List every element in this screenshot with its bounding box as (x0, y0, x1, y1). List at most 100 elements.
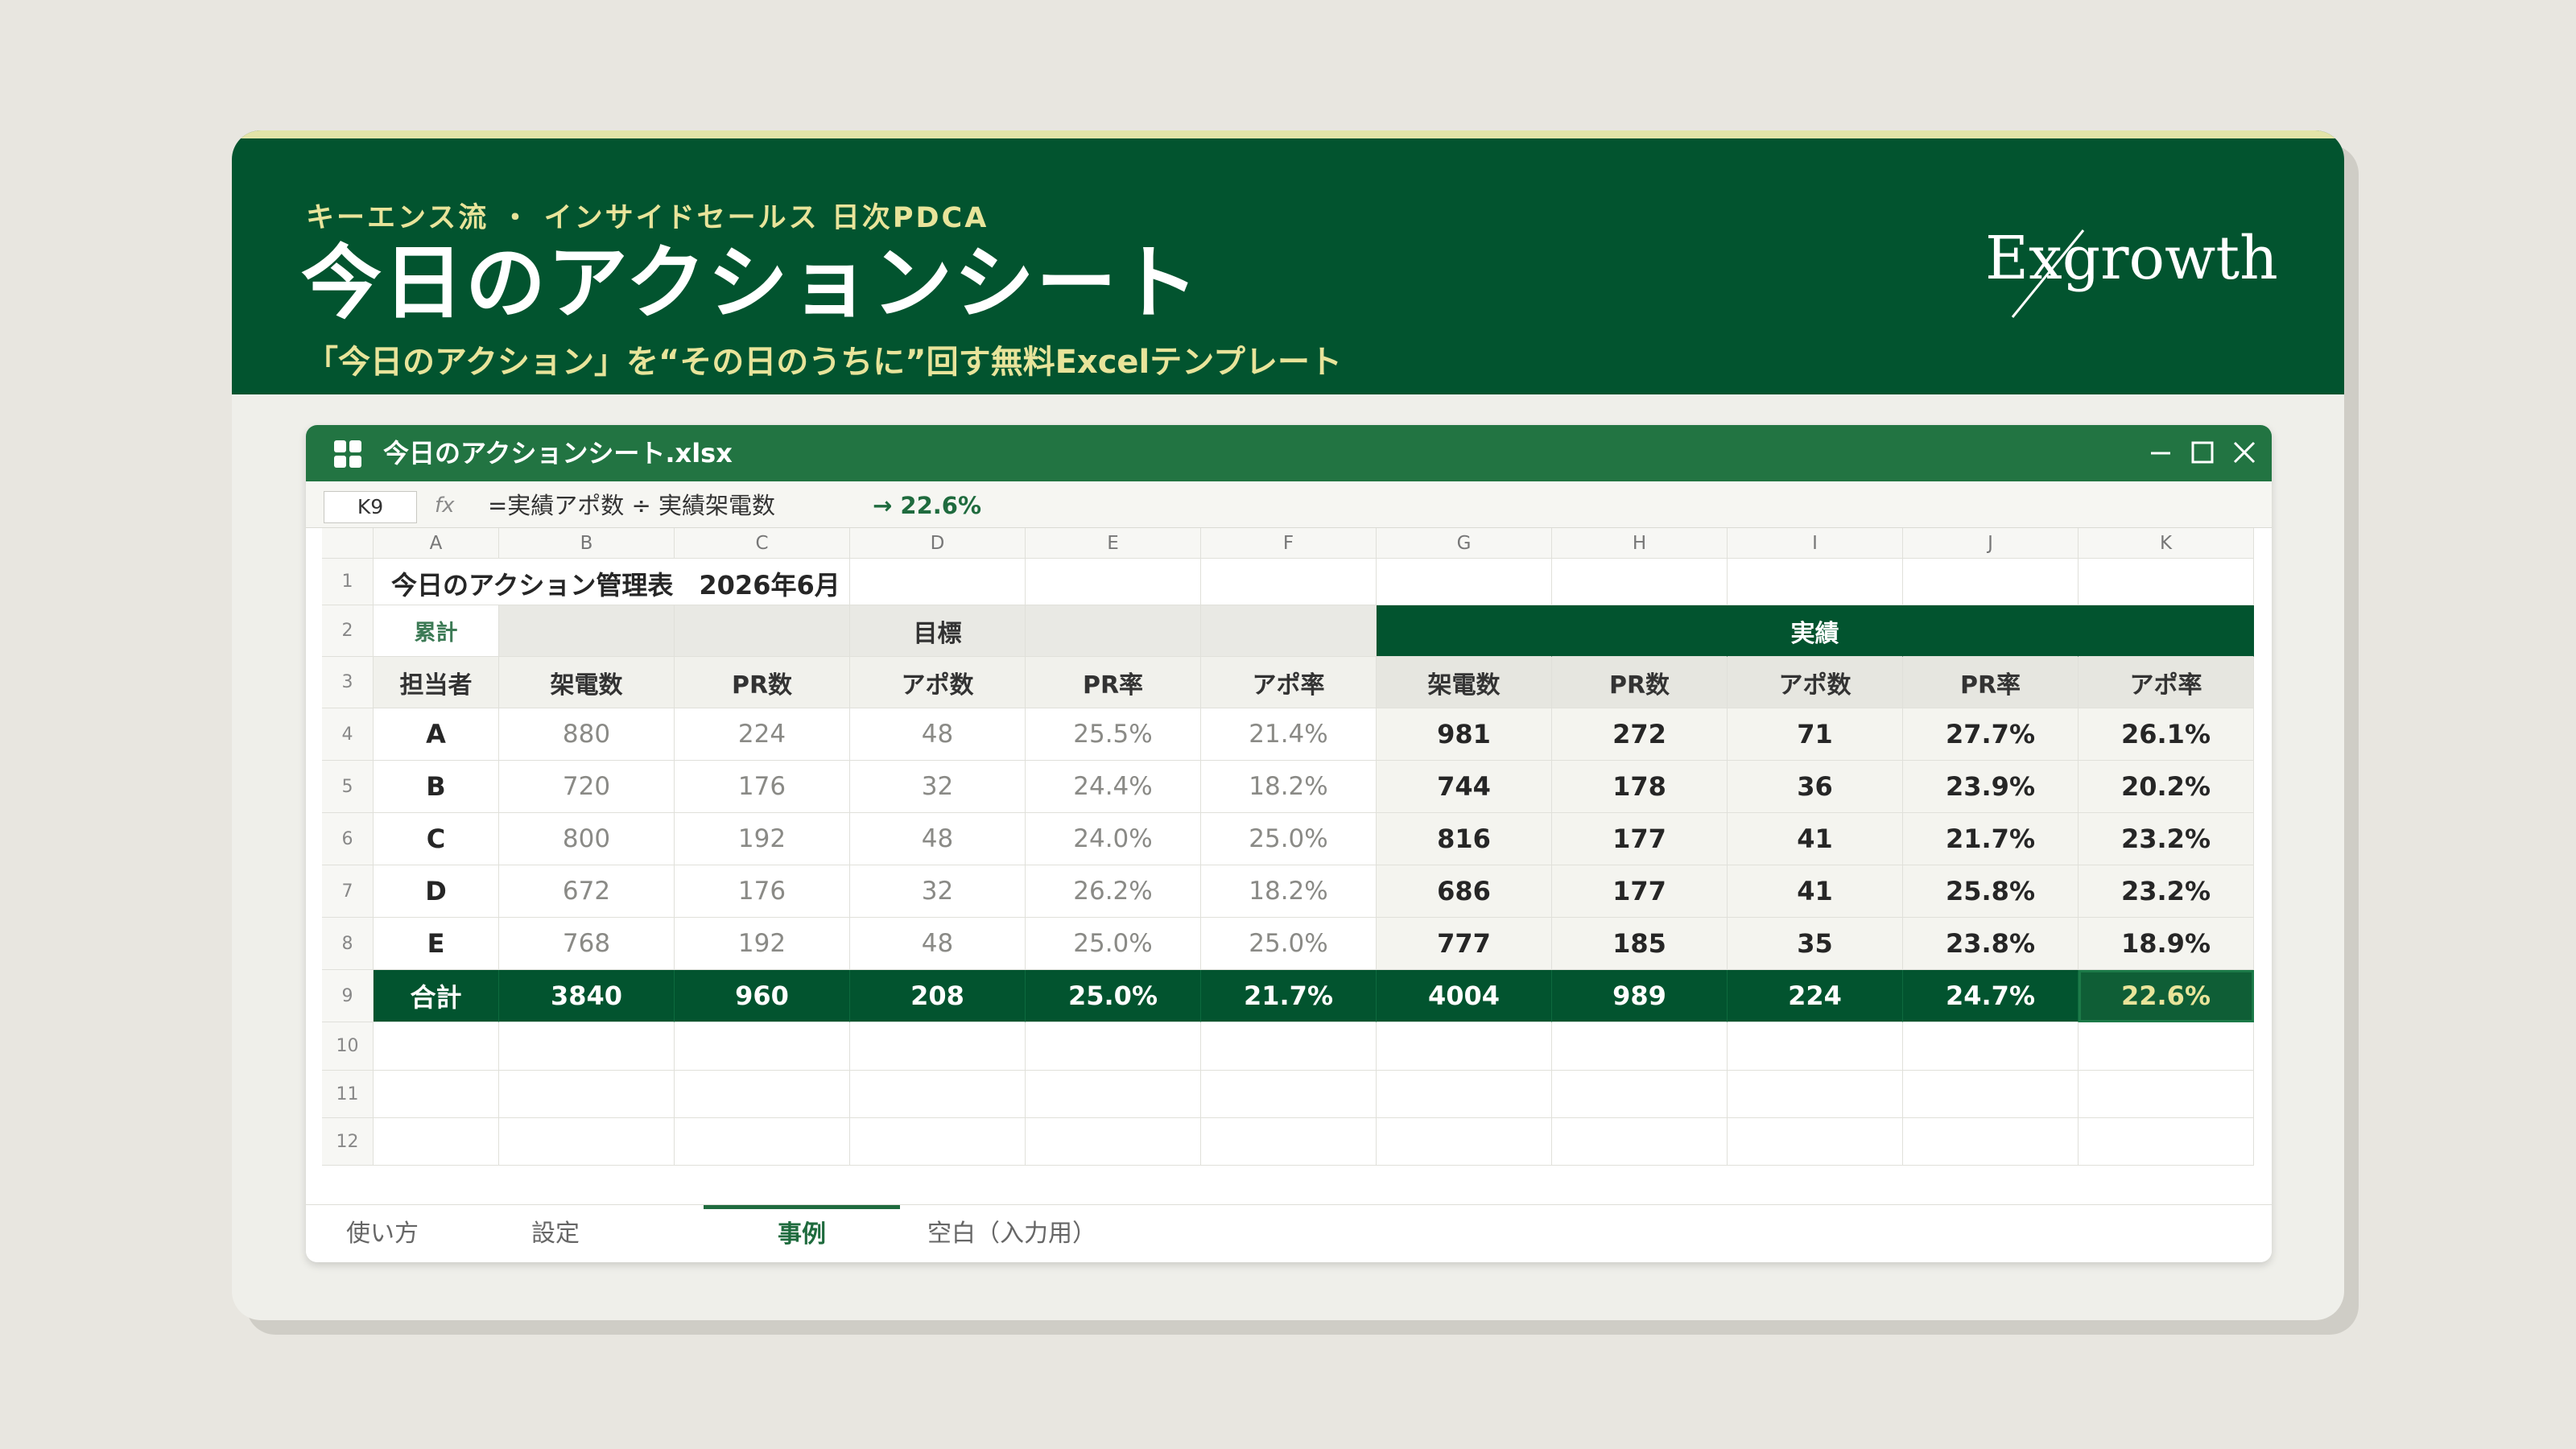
grid-cell[interactable] (2079, 1118, 2254, 1166)
grid-cell[interactable] (374, 1071, 499, 1118)
data-cell[interactable]: 177 (1552, 865, 1728, 918)
grid-cell[interactable] (2079, 1071, 2254, 1118)
row-header[interactable]: 7 (322, 865, 374, 918)
column-header[interactable]: C (675, 528, 850, 559)
actual-group-band[interactable] (1377, 605, 1552, 657)
data-cell[interactable]: 18.2% (1201, 761, 1377, 813)
data-cell[interactable]: 48 (850, 918, 1026, 970)
data-cell[interactable]: 25.0% (1201, 918, 1377, 970)
total-cell[interactable]: 25.0% (1026, 970, 1201, 1022)
grid-cell[interactable] (1903, 1022, 2079, 1071)
data-cell[interactable]: 744 (1377, 761, 1552, 813)
data-cell[interactable]: 71 (1728, 708, 1903, 761)
actual-group-band[interactable] (1903, 605, 2079, 657)
row-header[interactable]: 9 (322, 970, 374, 1022)
data-cell[interactable]: 25.0% (1201, 813, 1377, 865)
data-cell[interactable]: 777 (1377, 918, 1552, 970)
grid-cell[interactable] (1026, 559, 1201, 605)
grid-cell[interactable] (850, 1022, 1026, 1071)
data-cell[interactable]: 816 (1377, 813, 1552, 865)
column-label[interactable]: アポ率 (1201, 657, 1377, 708)
data-cell[interactable]: 26.2% (1026, 865, 1201, 918)
data-cell[interactable]: 880 (499, 708, 675, 761)
rep-name-cell[interactable]: D (374, 865, 499, 918)
row-header[interactable]: 2 (322, 605, 374, 657)
column-label[interactable]: PR率 (1026, 657, 1201, 708)
data-cell[interactable]: 720 (499, 761, 675, 813)
data-cell[interactable]: 20.2% (2079, 761, 2254, 813)
data-cell[interactable]: 32 (850, 761, 1026, 813)
grid-cell[interactable] (1903, 1118, 2079, 1166)
data-cell[interactable]: 35 (1728, 918, 1903, 970)
total-cell[interactable]: 21.7% (1201, 970, 1377, 1022)
column-header[interactable]: J (1903, 528, 2079, 559)
column-header[interactable]: K (2079, 528, 2254, 559)
tab-usage[interactable]: 使い方 (346, 1205, 419, 1262)
cumulative-label[interactable]: 累計 (374, 605, 499, 657)
grid-cell[interactable] (2079, 559, 2254, 605)
data-cell[interactable]: 192 (675, 813, 850, 865)
column-header[interactable]: H (1552, 528, 1728, 559)
grid-cell[interactable] (1728, 559, 1903, 605)
row-header[interactable]: 1 (322, 559, 374, 605)
data-cell[interactable]: 25.0% (1026, 918, 1201, 970)
grid-cell[interactable] (499, 1022, 675, 1071)
column-label[interactable]: アポ数 (850, 657, 1026, 708)
data-cell[interactable]: 41 (1728, 865, 1903, 918)
data-cell[interactable]: 32 (850, 865, 1026, 918)
data-cell[interactable]: 23.2% (2079, 865, 2254, 918)
data-cell[interactable]: 800 (499, 813, 675, 865)
data-cell[interactable]: 27.7% (1903, 708, 2079, 761)
grid-cell[interactable] (850, 1071, 1026, 1118)
grid-cell[interactable] (675, 1022, 850, 1071)
tab-blank[interactable]: 空白（入力用） (927, 1205, 1096, 1262)
row-header[interactable]: 5 (322, 761, 374, 813)
data-cell[interactable]: 981 (1377, 708, 1552, 761)
grid-cell[interactable] (1026, 1071, 1201, 1118)
grid-cell[interactable] (1377, 1022, 1552, 1071)
column-header[interactable]: E (1026, 528, 1201, 559)
column-label[interactable]: 担当者 (374, 657, 499, 708)
selected-total-cell[interactable]: 22.6% (2079, 970, 2254, 1022)
data-cell[interactable]: 177 (1552, 813, 1728, 865)
column-header[interactable]: G (1377, 528, 1552, 559)
column-header[interactable]: I (1728, 528, 1903, 559)
data-cell[interactable]: 18.9% (2079, 918, 2254, 970)
grid-cell[interactable] (499, 1071, 675, 1118)
data-cell[interactable]: 23.8% (1903, 918, 2079, 970)
data-cell[interactable]: 24.0% (1026, 813, 1201, 865)
total-cell[interactable]: 3840 (499, 970, 675, 1022)
data-cell[interactable]: 36 (1728, 761, 1903, 813)
grid-cell[interactable] (1552, 559, 1728, 605)
grid-cell[interactable] (1552, 1118, 1728, 1166)
data-cell[interactable]: 672 (499, 865, 675, 918)
column-label[interactable]: 架電数 (499, 657, 675, 708)
data-cell[interactable]: 21.4% (1201, 708, 1377, 761)
column-header[interactable]: A (374, 528, 499, 559)
grid-cell[interactable] (374, 1022, 499, 1071)
data-cell[interactable]: 224 (675, 708, 850, 761)
row-header[interactable]: 4 (322, 708, 374, 761)
data-cell[interactable]: 48 (850, 813, 1026, 865)
row-header[interactable]: 8 (322, 918, 374, 970)
data-cell[interactable]: 18.2% (1201, 865, 1377, 918)
grid-cell[interactable] (1201, 1118, 1377, 1166)
actual-group-label[interactable]: 実績 (1728, 605, 1903, 657)
minimize-icon[interactable] (2146, 438, 2175, 467)
grid-cell[interactable] (1728, 1118, 1903, 1166)
data-cell[interactable]: 26.1% (2079, 708, 2254, 761)
total-cell[interactable]: 合計 (374, 970, 499, 1022)
tab-settings[interactable]: 設定 (531, 1205, 580, 1262)
data-cell[interactable]: 272 (1552, 708, 1728, 761)
target-group-band[interactable] (1026, 605, 1201, 657)
data-cell[interactable]: 25.5% (1026, 708, 1201, 761)
formula-input[interactable]: =実績アポ数 ÷ 実績架電数 (488, 491, 775, 520)
grid-cell[interactable] (1903, 559, 2079, 605)
tab-examples[interactable]: 事例 (704, 1205, 900, 1262)
grid-cell[interactable] (1377, 1071, 1552, 1118)
data-cell[interactable]: 23.2% (2079, 813, 2254, 865)
row-header[interactable]: 11 (322, 1071, 374, 1118)
column-label[interactable]: PR数 (675, 657, 850, 708)
grid-cell[interactable] (1552, 1071, 1728, 1118)
grid-cell[interactable] (850, 1118, 1026, 1166)
